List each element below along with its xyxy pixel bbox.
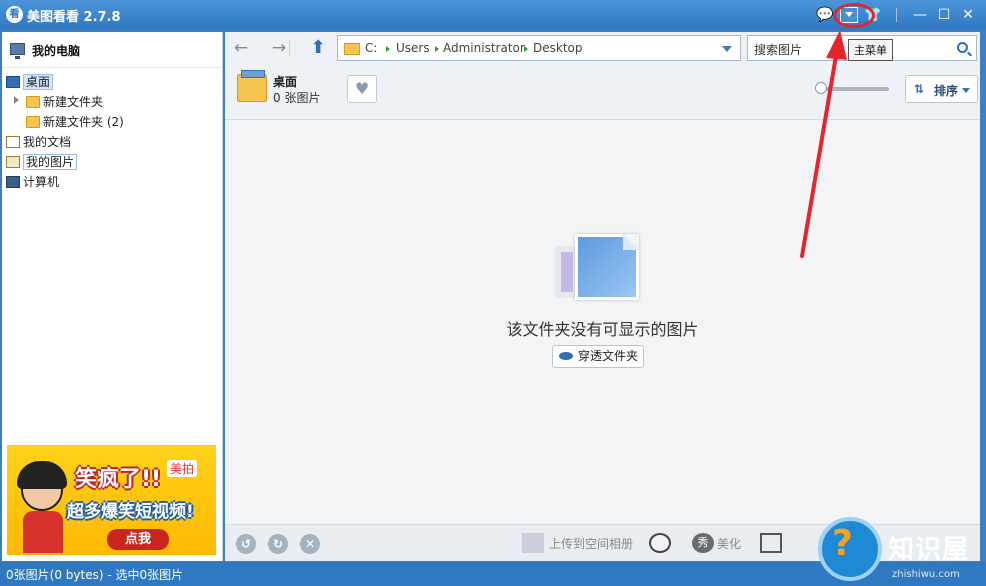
question-mark-icon: ? (832, 523, 853, 564)
ad-brand: 美拍 (167, 460, 198, 477)
breadcrumb-arrow-icon[interactable] (435, 46, 439, 52)
rotate-left-button[interactable]: ↺ (236, 534, 256, 554)
feedback-icon[interactable]: 💬 (815, 5, 835, 25)
folder-icon (344, 43, 360, 55)
folder-icon (26, 96, 40, 108)
document-icon (6, 136, 20, 148)
title-bar: 看 美图看看 2.7.8 💬 👕 — ☐ ✕ (0, 0, 986, 30)
sidebar-header: 我的电脑 (2, 32, 223, 68)
upload-icon[interactable] (522, 533, 544, 553)
status-text: 0张图片(0 bytes) - 选中0张图片 (6, 568, 184, 582)
peek-folder-label: 穿透文件夹 (578, 349, 639, 363)
sort-button[interactable]: ⇅ 排序 (905, 75, 978, 103)
ad-subline: 超多爆笑短视频! (67, 502, 194, 522)
ad-headline: 笑疯了!! (75, 467, 162, 492)
highlight-circle (833, 3, 875, 28)
delete-button[interactable]: ✕ (300, 534, 320, 554)
breadcrumb-users[interactable]: Users (396, 41, 430, 55)
breadcrumb-desktop[interactable]: Desktop (533, 41, 583, 55)
watermark-url: zhishiwu.com (892, 569, 960, 580)
image-count: 0 张图片 (273, 91, 321, 105)
sidebar-item-label: 计算机 (23, 175, 60, 189)
search-icon[interactable] (957, 42, 968, 53)
main-panel: ← → ⬆ C: Users Administrator Desktop 搜索图… (225, 32, 980, 561)
sidebar-item-my-pictures[interactable]: 我的图片 (6, 153, 78, 171)
slideshow-icon[interactable] (760, 533, 782, 553)
folder-icon (26, 116, 40, 128)
watermark-name: 知识屋 (888, 535, 970, 565)
back-button[interactable]: ← (230, 37, 252, 59)
ad-banner[interactable]: 笑疯了!! 美拍 超多爆笑短视频! 点我 (7, 445, 216, 555)
breadcrumb-arrow-icon[interactable] (524, 46, 528, 52)
desktop-icon (6, 76, 20, 88)
empty-message: 该文件夹没有可显示的图片 (506, 320, 699, 339)
expand-arrow-icon[interactable] (14, 96, 19, 104)
pictures-icon (6, 156, 20, 168)
ad-cta-button[interactable]: 点我 (107, 529, 169, 550)
sidebar-item-new-folder[interactable]: 新建文件夹 (26, 93, 103, 111)
separator (289, 39, 290, 57)
breadcrumb-arrow-icon[interactable] (386, 46, 390, 52)
sidebar-item-label: 我的文档 (23, 135, 72, 149)
sidebar-item-desktop[interactable]: 桌面 (6, 73, 54, 91)
empty-folder-illustration (555, 232, 639, 302)
sidebar-item-label: 桌面 (23, 74, 54, 90)
forward-button[interactable]: → (268, 37, 290, 59)
sort-icon: ⇅ (914, 82, 925, 96)
sidebar-item-computer[interactable]: 计算机 (6, 173, 59, 191)
sidebar-header-label: 我的电脑 (32, 44, 81, 58)
sidebar-item-new-folder-2[interactable]: 新建文件夹 (2) (26, 113, 124, 131)
beautify-icon[interactable]: 秀 (692, 533, 714, 553)
address-bar[interactable]: C: Users Administrator Desktop (337, 35, 741, 61)
chevron-down-icon[interactable] (722, 46, 732, 52)
breadcrumb-administrator[interactable]: Administrator (443, 41, 525, 55)
chevron-down-icon (962, 88, 970, 93)
upload-to-album-button[interactable]: 上传到空间相册 (549, 535, 633, 552)
sort-label: 排序 (934, 84, 959, 98)
sidebar-item-label: 新建文件夹 (43, 95, 104, 109)
peek-folder-button[interactable]: 穿透文件夹 (552, 345, 644, 368)
app-title: 美图看看 2.7.8 (27, 10, 121, 25)
separator (896, 8, 897, 22)
annotation-arrow-icon (800, 30, 847, 258)
cartoon-girl-image (13, 453, 71, 553)
app-logo-icon: 看 (6, 6, 23, 23)
breadcrumb-drive[interactable]: C: (365, 41, 377, 55)
current-folder-name: 桌面 (273, 75, 298, 89)
sidebar-item-label: 新建文件夹 (2) (43, 115, 124, 129)
beautify-button[interactable]: 美化 (717, 535, 741, 552)
rotate-right-button[interactable]: ↻ (268, 534, 288, 554)
computer-icon (10, 43, 25, 59)
maximize-button[interactable]: ☐ (934, 5, 954, 25)
watermark-logo: ? 知识屋 zhishiwu.com (808, 517, 986, 586)
computer-icon (6, 176, 20, 188)
current-folder-icon (237, 70, 267, 102)
close-button[interactable]: ✕ (958, 5, 978, 25)
sidebar-item-label: 我的图片 (23, 154, 78, 170)
sidebar-item-my-documents[interactable]: 我的文档 (6, 133, 71, 151)
up-folder-button[interactable]: ⬆ (307, 37, 329, 59)
favorite-button[interactable]: ♥ (347, 75, 377, 103)
main-menu-tooltip: 主菜单 (848, 39, 893, 61)
eye-icon (559, 352, 573, 360)
weibo-icon[interactable] (649, 533, 671, 553)
minimize-button[interactable]: — (910, 5, 930, 25)
toolbar: ← → ⬆ C: Users Administrator Desktop 搜索图… (225, 32, 980, 120)
